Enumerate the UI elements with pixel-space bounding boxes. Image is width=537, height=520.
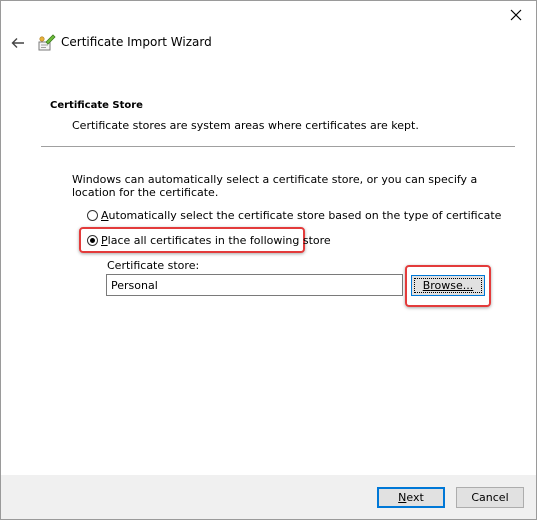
radio-place-in-store-circle[interactable]	[87, 235, 98, 246]
close-icon	[510, 9, 522, 21]
intro-text: Windows can automatically select a certi…	[72, 173, 478, 199]
radio-auto-select-circle[interactable]	[87, 210, 98, 221]
radio-auto-mnemonic: A	[101, 209, 109, 222]
cancel-button[interactable]: Cancel	[456, 487, 524, 508]
radio-auto-label-rest: utomatically select the certificate stor…	[108, 209, 502, 222]
radio-place-label-rest: lace all certificates in the following s…	[107, 234, 331, 247]
browse-button[interactable]: Browse...	[411, 275, 485, 296]
wizard-title: Certificate Import Wizard	[61, 35, 212, 49]
browse-focus-ring	[414, 278, 482, 293]
certificate-import-wizard-window: Certificate Import Wizard Certificate St…	[0, 0, 537, 520]
radio-place-mnemonic: P	[101, 234, 108, 247]
section-title: Certificate Store	[50, 100, 143, 111]
section-description: Certificate stores are system areas wher…	[72, 119, 419, 132]
certificate-store-field[interactable]	[106, 274, 403, 296]
radio-place-in-store[interactable]: Place all certificates in the following …	[87, 234, 331, 247]
header-divider	[41, 146, 515, 147]
radio-place-in-store-label: Place all certificates in the following …	[101, 234, 331, 247]
certificate-store-label: Certificate store:	[107, 259, 200, 272]
radio-auto-select[interactable]: Automatically select the certificate sto…	[87, 209, 501, 222]
radio-auto-select-label: Automatically select the certificate sto…	[101, 209, 501, 222]
back-arrow-icon	[11, 38, 24, 48]
certificate-wizard-icon	[38, 34, 56, 51]
next-label-rest: ext	[406, 491, 424, 504]
back-button[interactable]	[8, 33, 28, 53]
next-button[interactable]: Next	[377, 487, 445, 508]
close-button[interactable]	[502, 3, 530, 27]
next-mnemonic: N	[398, 491, 407, 504]
